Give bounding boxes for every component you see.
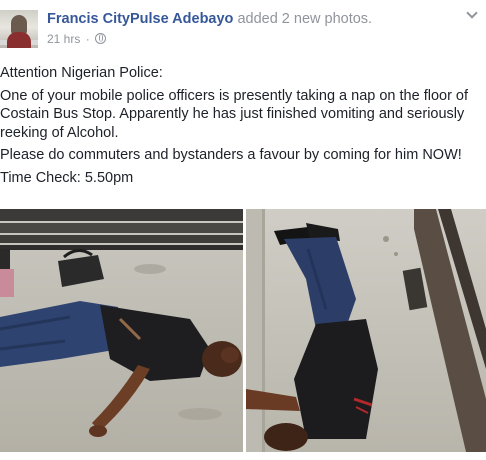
- photo-2[interactable]: [246, 209, 486, 452]
- author-name-link[interactable]: Francis CityPulse Adebayo: [47, 11, 233, 27]
- avatar[interactable]: [0, 10, 38, 48]
- post-paragraph: Please do commuters and bystanders a fav…: [0, 147, 462, 163]
- post-paragraph: One of your mobile police officers is pr…: [0, 87, 469, 141]
- chevron-down-icon: [466, 7, 478, 19]
- post-options-button[interactable]: [463, 6, 483, 22]
- photo-2-image: [246, 209, 486, 452]
- post-header: Francis CityPulse Adebayo added 2 new ph…: [0, 0, 486, 56]
- globe-icon[interactable]: [95, 33, 107, 44]
- photo-1[interactable]: [0, 209, 243, 452]
- author-line: Francis CityPulse Adebayo added 2 new ph…: [47, 11, 372, 27]
- meta-separator: ·: [85, 32, 90, 46]
- photo-bottom-edge: [0, 452, 486, 460]
- post-timestamp[interactable]: 21 hrs: [47, 32, 80, 46]
- post-action-text: added 2 new photos.: [233, 11, 373, 27]
- post-paragraph: Attention Nigerian Police:: [0, 65, 163, 81]
- post-meta: 21 hrs ·: [47, 32, 107, 46]
- photo-1-image: [0, 209, 243, 452]
- post-paragraph: Time Check: 5.50pm: [0, 169, 134, 186]
- post-message: Attention Nigerian Police: One of your m…: [0, 64, 484, 191]
